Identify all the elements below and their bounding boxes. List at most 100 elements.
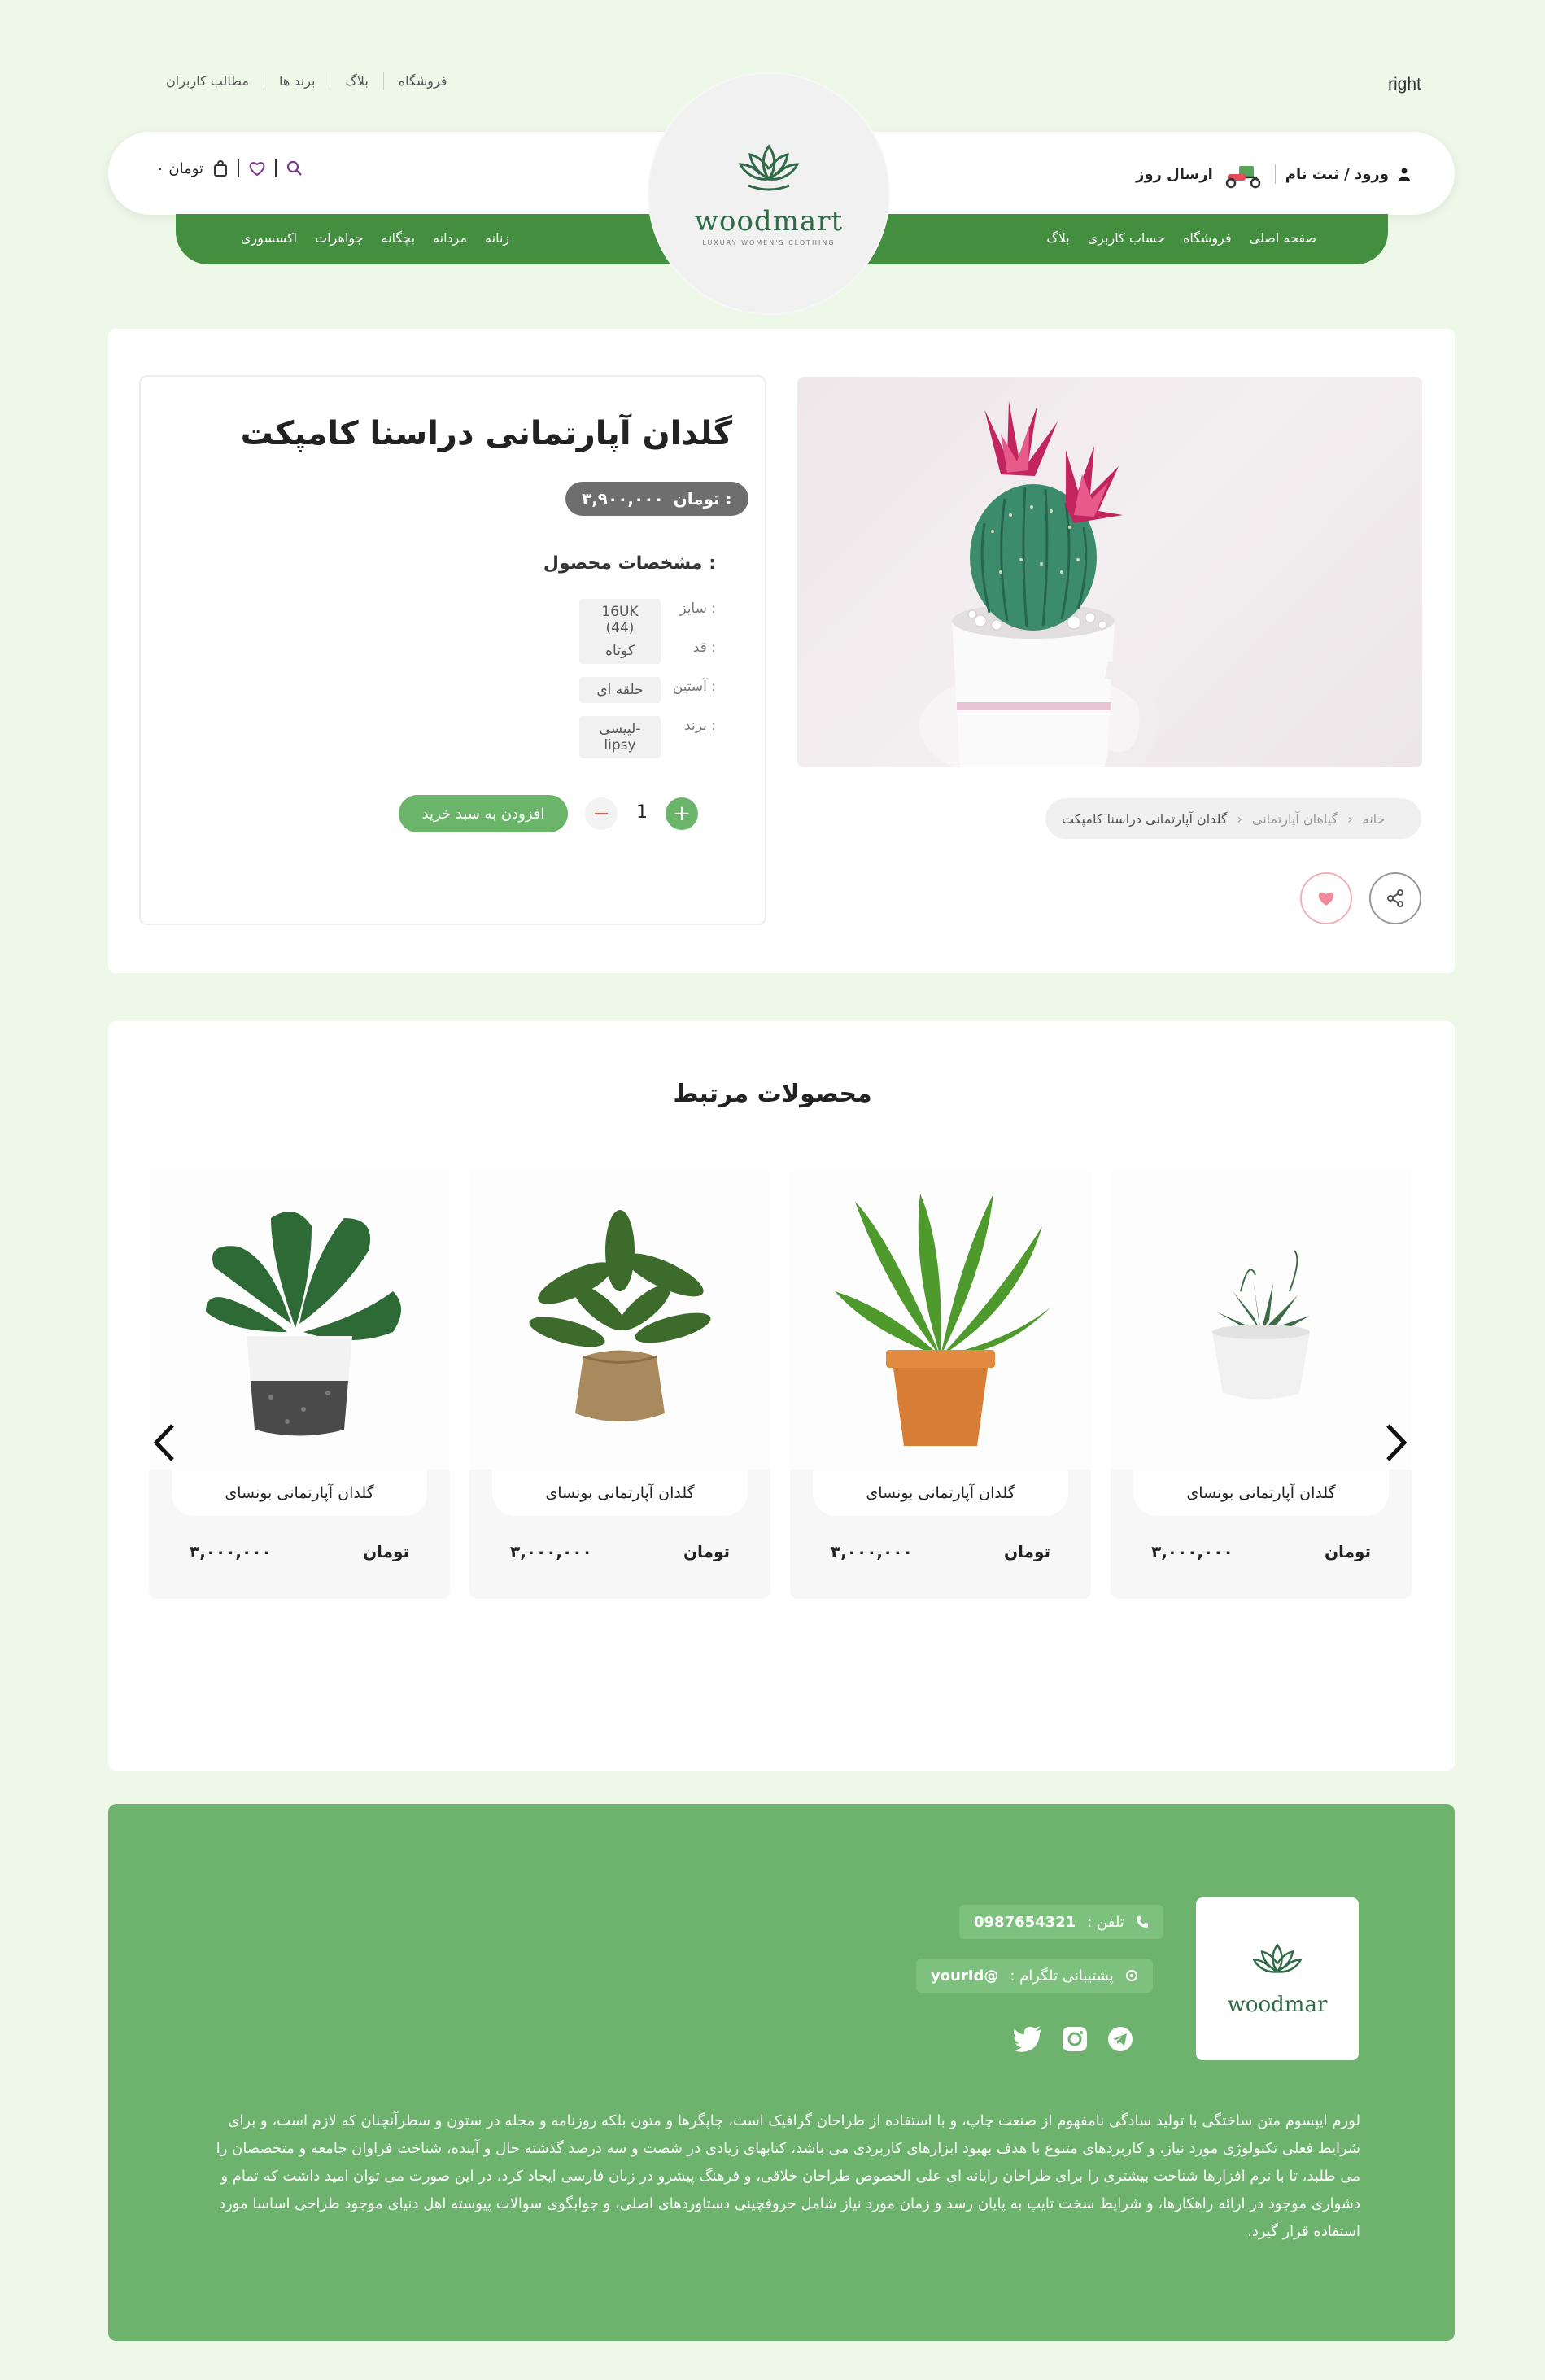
chevron-left-icon bbox=[153, 1424, 174, 1461]
top-link-brands[interactable]: برند ها bbox=[264, 73, 330, 89]
product-card-currency: تومان bbox=[1003, 1542, 1050, 1561]
footer-telegram[interactable]: پشتیبانی تلگرام : @yourId bbox=[916, 1959, 1153, 1993]
chevron-right-icon bbox=[1386, 1424, 1408, 1461]
phone-number[interactable]: 0987654321 bbox=[974, 1914, 1076, 1931]
cactus-image bbox=[919, 401, 1158, 767]
cart-amount[interactable]: ۰ تومان bbox=[156, 160, 203, 177]
product-card-image bbox=[790, 1169, 1091, 1470]
product-card-name[interactable]: گلدان آپارتمانی بونسای bbox=[813, 1470, 1068, 1516]
shopping-bag-icon[interactable] bbox=[213, 160, 228, 177]
site-logo[interactable]: woodmart LUXURY WOMEN'S CLOTHING bbox=[648, 72, 890, 315]
product-card-price: ۳,۰۰۰,۰۰۰ bbox=[1151, 1542, 1233, 1561]
nav-item-account[interactable]: حساب کاربری bbox=[1088, 230, 1165, 246]
logo-tagline: LUXURY WOMEN'S CLOTHING bbox=[702, 238, 836, 247]
nav-item-shop[interactable]: فروشگاه bbox=[1183, 230, 1232, 246]
share-button[interactable] bbox=[1369, 872, 1421, 924]
top-link-user-posts[interactable]: مطالب کاربران bbox=[151, 73, 264, 89]
product-card-price: ۳,۰۰۰,۰۰۰ bbox=[190, 1542, 272, 1561]
search-icon[interactable] bbox=[286, 160, 303, 177]
footer-logo-text: woodmar bbox=[1227, 1993, 1328, 2017]
favorite-button[interactable] bbox=[1300, 872, 1352, 924]
nav-item-women[interactable]: زنانه bbox=[485, 230, 509, 246]
divider bbox=[238, 159, 240, 177]
product-card-price-row: ۳,۰۰۰,۰۰۰ تومان bbox=[469, 1542, 770, 1561]
logo-text: woodmart bbox=[694, 204, 844, 238]
nav-item-men[interactable]: مردانه bbox=[433, 230, 467, 246]
twitter-icon[interactable] bbox=[1013, 2026, 1042, 2052]
product-card-currency: تومان bbox=[1324, 1542, 1371, 1561]
product-card-currency: تومان bbox=[683, 1542, 730, 1561]
quantity-value[interactable]: 1 bbox=[636, 802, 648, 823]
product-title: گلدان آپارتمانی دراسنا کامپکت bbox=[240, 415, 732, 452]
top-right-text: right bbox=[1388, 75, 1421, 94]
social-links bbox=[1013, 2026, 1133, 2052]
spec-label-size: سایز : bbox=[679, 600, 716, 617]
breadcrumb-home[interactable]: خانه bbox=[1363, 811, 1386, 827]
nav-pages: بلاگ حساب کاربری فروشگاه صفحه اصلی bbox=[1046, 230, 1316, 246]
spec-value-brand: لیپسی-lipsy bbox=[579, 716, 661, 758]
calathea-image bbox=[469, 1169, 770, 1470]
related-title: محصولات مرتبط bbox=[673, 1080, 872, 1108]
nav-item-kids[interactable]: بچگانه bbox=[382, 230, 416, 246]
breadcrumb-current: گلدان آپارتمانی دراسنا کامپکت bbox=[1062, 810, 1228, 827]
nav-item-blog[interactable]: بلاگ bbox=[1046, 230, 1069, 246]
monstera-image bbox=[149, 1169, 450, 1470]
product-card-name[interactable]: گلدان آپارتمانی بونسای bbox=[172, 1470, 427, 1516]
nav-item-accessories[interactable]: اکسسوری bbox=[241, 230, 297, 246]
instagram-icon[interactable] bbox=[1062, 2026, 1088, 2052]
product-card-name[interactable]: گلدان آپارتمانی بونسای bbox=[492, 1470, 748, 1516]
product-card[interactable]: گلدان آپارتمانی بونسای ۳,۰۰۰,۰۰۰ تومان bbox=[790, 1169, 1091, 1599]
header-cart-area: ۰ تومان bbox=[156, 159, 303, 177]
product-image[interactable] bbox=[797, 377, 1422, 767]
top-link-shop[interactable]: فروشگاه bbox=[384, 73, 462, 89]
telegram-id[interactable]: @yourId bbox=[931, 1967, 998, 1985]
top-link-blog[interactable]: بلاگ bbox=[330, 73, 382, 89]
product-card-name[interactable]: گلدان آپارتمانی بونسای bbox=[1133, 1470, 1389, 1516]
product-card-price-row: ۳,۰۰۰,۰۰۰ تومان bbox=[1111, 1542, 1412, 1561]
top-links: مطالب کاربران برند ها بلاگ فروشگاه bbox=[151, 72, 462, 90]
phone-label: تلفن : bbox=[1087, 1913, 1124, 1931]
footer-phone[interactable]: تلفن : 0987654321 bbox=[959, 1905, 1163, 1939]
product-card[interactable]: گلدان آپارتمانی بونسای ۳,۰۰۰,۰۰۰ تومان bbox=[149, 1169, 450, 1599]
add-to-cart-button[interactable]: افزودن به سبد خرید bbox=[399, 795, 568, 832]
breadcrumb-category[interactable]: گیاهان آپارتمانی bbox=[1252, 811, 1338, 827]
share-icon bbox=[1387, 889, 1403, 907]
lotus-logo-icon bbox=[738, 143, 800, 190]
product-card[interactable]: گلدان آپارتمانی بونسای ۳,۰۰۰,۰۰۰ تومان bbox=[1111, 1169, 1412, 1599]
login-register-link[interactable]: ورود / ثبت نام bbox=[1285, 166, 1389, 183]
lotus-logo-icon bbox=[1252, 1943, 1303, 1974]
delivery-scooter-icon bbox=[1225, 166, 1261, 189]
footer-description: لورم ایپسوم متن ساختگی با تولید سادگی نا… bbox=[216, 2112, 1360, 2240]
birds-nest-fern-image bbox=[790, 1169, 1091, 1470]
nav-categories: اکسسوری جواهرات بچگانه مردانه زنانه bbox=[241, 230, 509, 246]
carousel-prev-arrow[interactable] bbox=[151, 1422, 176, 1471]
spec-label-height: قد : bbox=[692, 640, 716, 656]
product-price: ۳,۹۰۰,۰۰۰ bbox=[582, 489, 664, 509]
spec-label-brand: برند : bbox=[684, 718, 716, 734]
divider bbox=[275, 159, 277, 177]
succulent-image bbox=[1111, 1169, 1412, 1470]
phone-icon bbox=[1136, 1916, 1148, 1928]
spec-label-sleeve: آستین : bbox=[672, 679, 716, 695]
product-card-price: ۳,۰۰۰,۰۰۰ bbox=[510, 1542, 592, 1561]
price-currency: تومان : bbox=[673, 489, 732, 509]
quantity-decrease-button[interactable]: − bbox=[585, 797, 618, 830]
nav-item-home[interactable]: صفحه اصلی bbox=[1250, 230, 1316, 246]
footer-logo[interactable]: woodmar bbox=[1196, 1897, 1359, 2060]
support-icon bbox=[1125, 1970, 1137, 1981]
product-card[interactable]: گلدان آپارتمانی بونسای ۳,۰۰۰,۰۰۰ تومان bbox=[469, 1169, 770, 1599]
divider bbox=[1274, 164, 1276, 184]
user-icon bbox=[1399, 168, 1410, 181]
spec-value-size: 16UK (44) bbox=[579, 599, 661, 641]
product-card-image bbox=[469, 1169, 770, 1470]
product-card-price: ۳,۰۰۰,۰۰۰ bbox=[831, 1542, 913, 1561]
wishlist-heart-icon[interactable] bbox=[249, 161, 265, 176]
nav-item-jewelry[interactable]: جواهرات bbox=[315, 230, 363, 246]
chevron-left-icon: ‹ bbox=[1237, 810, 1242, 827]
product-card-image bbox=[149, 1169, 450, 1470]
quantity-increase-button[interactable]: + bbox=[666, 797, 698, 830]
spec-value-sleeve: حلقه ای bbox=[579, 677, 661, 703]
carousel-next-arrow[interactable] bbox=[1385, 1422, 1409, 1471]
telegram-icon[interactable] bbox=[1107, 2026, 1133, 2052]
breadcrumb: خانه ‹ گیاهان آپارتمانی ‹ گلدان آپارتمان… bbox=[1045, 798, 1421, 839]
